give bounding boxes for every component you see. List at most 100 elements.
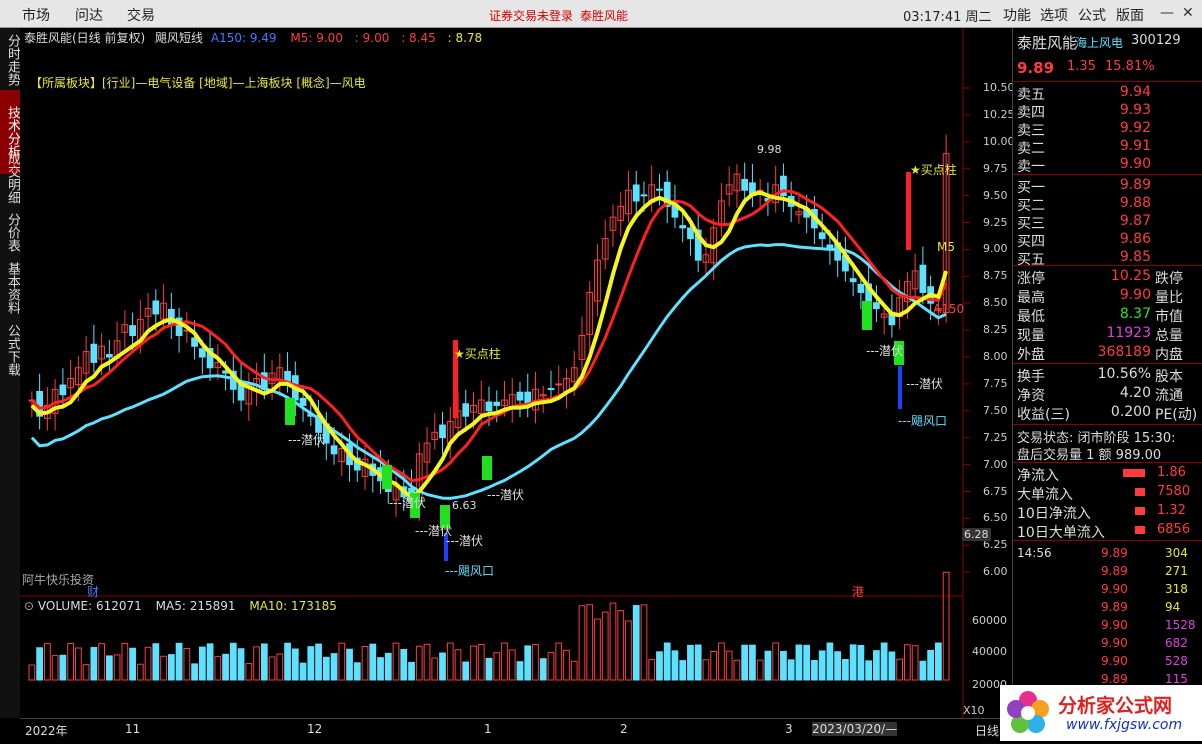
concept-tag[interactable]: 海上风电 xyxy=(1075,34,1123,51)
tick-volume: 528 xyxy=(1165,654,1188,668)
tick-row: 9.89 271 xyxy=(1017,564,1201,582)
price-axis-label: 7.50 xyxy=(983,403,1008,417)
candle-body xyxy=(90,343,98,363)
close-icon[interactable]: ✕ xyxy=(1182,5,1194,21)
volume-bar xyxy=(780,650,787,681)
value-4: : 8.45 xyxy=(401,31,436,45)
candle-body xyxy=(105,354,113,358)
stat-row: 最低 8.37 市值 xyxy=(1017,306,1201,325)
tab-formula-download[interactable]: 公式下载 xyxy=(0,320,20,380)
tick-row: 9.90 682 xyxy=(1017,636,1201,654)
flow-bar xyxy=(1135,526,1145,534)
price-axis-label: 8.50 xyxy=(983,296,1008,310)
menu-wenda[interactable]: 问达 xyxy=(75,5,103,25)
tab-intraday[interactable]: 分时走势 xyxy=(0,32,20,88)
tab-fundamentals[interactable]: 基本资料 xyxy=(0,258,20,318)
price-axis-label: 9.00 xyxy=(983,242,1008,256)
tick-time: 14:56 xyxy=(1017,546,1052,560)
price-axis-label: 10.50 xyxy=(983,81,1015,94)
tick-price: 9.90 xyxy=(1101,654,1128,668)
ask-row: 卖五 9.94 xyxy=(1017,84,1201,103)
login-status[interactable]: 证券交易未登录 xyxy=(489,7,573,24)
volume-bar xyxy=(307,646,315,681)
last-price: 9.89 xyxy=(1017,59,1055,77)
price-axis-label: 8.75 xyxy=(983,269,1008,283)
qianfu-label: ---潜伏 xyxy=(487,488,524,502)
ask-row: 卖三 9.92 xyxy=(1017,120,1201,139)
flow-label: 大单流入 xyxy=(1017,487,1073,503)
value-5: : 8.78 xyxy=(447,31,483,45)
quote-label: 净资 xyxy=(1017,388,1045,404)
qianfu-label: ---潜伏 xyxy=(866,344,903,358)
quote-label-2: 总量 xyxy=(1155,328,1183,344)
x-label: 1 xyxy=(484,722,492,736)
qianfu-label: ---潜伏 xyxy=(288,433,325,447)
quote-label: 外盘 xyxy=(1017,347,1045,363)
candle-body xyxy=(640,194,648,197)
candle-body xyxy=(741,178,749,191)
menu-layout[interactable]: 版面 xyxy=(1116,5,1144,25)
quote-label: 涨停 xyxy=(1017,271,1045,287)
jufengkou-label: ---飓风口 xyxy=(898,414,947,428)
volume-bar xyxy=(857,645,865,681)
m5-value: M5: 9.00 xyxy=(290,31,343,45)
period-tab[interactable]: 日线 xyxy=(975,722,999,739)
flow-row: 大单流入 7580 xyxy=(1017,484,1201,503)
quote-label: 卖二 xyxy=(1017,141,1045,157)
qianfu-label: ---潜伏 xyxy=(446,534,483,548)
menu-market[interactable]: 市场 xyxy=(22,5,50,25)
quote-value: 9.91 xyxy=(1119,138,1151,154)
candle-body xyxy=(167,308,175,326)
stat-row: 收益(三) 0.200 PE(动) xyxy=(1017,404,1201,423)
tab-price-table[interactable]: 分价表 xyxy=(0,210,20,254)
volume-bar xyxy=(377,657,384,681)
cursor-date: 2023/03/20/— xyxy=(812,722,898,736)
flow-row: 10日大单流入 6856 xyxy=(1017,522,1201,541)
buy-bar xyxy=(906,172,911,250)
volume-bar xyxy=(935,642,942,681)
flow-label: 10日大单流入 xyxy=(1017,525,1105,541)
volume-bar xyxy=(516,661,524,681)
quote-label: 收益(三) xyxy=(1017,407,1070,423)
volume-header: ⊙ VOLUME: 612071 MA5: 215891 MA10: 17318… xyxy=(24,599,337,613)
menu-options[interactable]: 选项 xyxy=(1040,5,1068,25)
minimize-icon[interactable]: — xyxy=(1160,5,1174,21)
menu-formula[interactable]: 公式 xyxy=(1078,5,1106,25)
indicator-name[interactable]: 飓风短线 xyxy=(155,31,203,45)
price-row: 9.89 1.35 15.81% xyxy=(1017,59,1201,77)
bid-row: 买一 9.89 xyxy=(1017,177,1201,196)
menu-function[interactable]: 功能 xyxy=(1003,5,1031,25)
chart-title: 泰胜风能(日线 前复权) xyxy=(24,31,146,45)
candle-body xyxy=(687,227,694,240)
vol-axis-40000: 40000 xyxy=(972,645,1007,658)
candle-body xyxy=(849,278,857,283)
volume-bar xyxy=(826,642,834,681)
kline-chart[interactable] xyxy=(20,28,1010,718)
candle-body xyxy=(439,424,446,439)
x-label: 3 xyxy=(785,722,793,736)
jufengkou-label: ---飓风口 xyxy=(445,564,494,578)
volume-bar xyxy=(322,656,330,681)
candle-body xyxy=(485,401,493,412)
tick-volume: 115 xyxy=(1165,672,1188,686)
quote-label: 卖五 xyxy=(1017,87,1045,103)
collapse-icon[interactable]: ⊙ xyxy=(24,599,34,613)
stat-row: 最高 9.90 量比 xyxy=(1017,287,1201,306)
candle-body xyxy=(462,403,470,417)
tab-details[interactable]: 成交明细 xyxy=(0,148,20,208)
menu-trade[interactable]: 交易 xyxy=(127,5,155,25)
flow-bar xyxy=(1135,507,1145,515)
high-label: 9.98 xyxy=(757,143,782,156)
quote-value: 0.200 xyxy=(1110,404,1151,420)
logo-url: www.fxjgsw.com xyxy=(1066,717,1183,733)
quote-value: 10.25 xyxy=(1110,268,1151,284)
stock-name-top: 泰胜风能 xyxy=(580,9,629,23)
volume-bar xyxy=(656,651,663,681)
candle-body xyxy=(330,445,338,455)
volume-bar xyxy=(795,644,803,681)
volume-bar xyxy=(346,648,353,681)
site-logo: 分析家公式网 www.fxjgsw.com xyxy=(1000,685,1202,741)
candle-body xyxy=(547,387,555,390)
volume-bar xyxy=(175,642,183,681)
volume-bar xyxy=(873,650,880,681)
